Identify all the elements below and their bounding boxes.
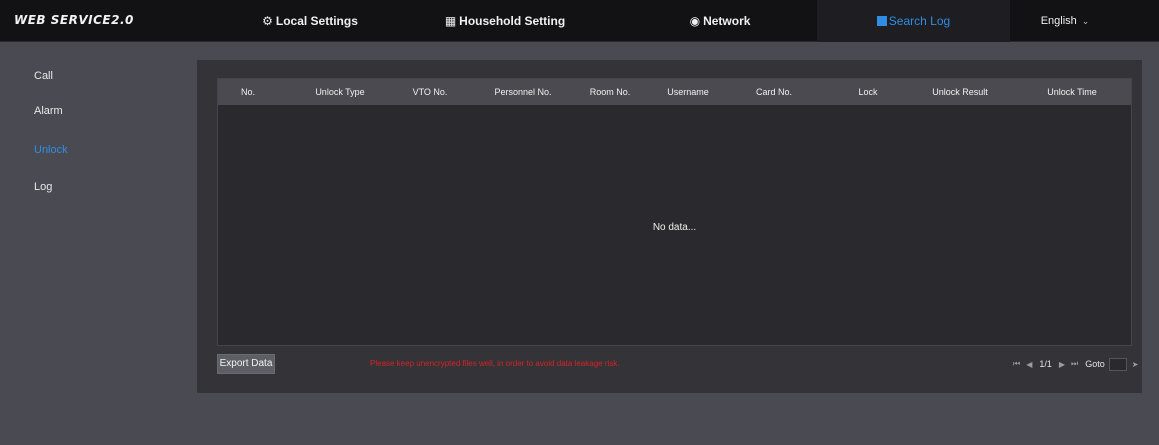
nav-network-label: Network xyxy=(703,14,751,28)
goto-page-input[interactable] xyxy=(1108,357,1127,371)
sidebar-item-unlock[interactable]: Unlock xyxy=(34,144,68,156)
prev-page-icon[interactable]: ◀ xyxy=(1026,360,1032,369)
building-icon: ▦ xyxy=(444,14,457,28)
data-leakage-warning: Please keep unencrypted files well, in o… xyxy=(370,359,620,368)
goto-label: Goto xyxy=(1085,359,1105,369)
nav-network[interactable]: ◉ Network xyxy=(650,0,790,42)
column-header-card-no: Card No. xyxy=(755,87,792,97)
nav-household-setting-label: Household Setting xyxy=(459,14,566,28)
column-header-unlock-type: Unlock Type xyxy=(315,87,365,97)
unlock-log-table: No. Unlock Type VTO No. Personnel No. Ro… xyxy=(217,78,1132,346)
language-select[interactable]: English ⌄ xyxy=(1035,0,1095,42)
top-navigation-bar: WEB SERVICE2.0 ⚙ Local Settings ▦ Househ… xyxy=(0,0,1159,42)
column-header-username: Username xyxy=(667,87,709,97)
square-icon xyxy=(876,16,887,26)
nav-local-settings[interactable]: ⚙ Local Settings xyxy=(230,0,390,42)
nav-search-log-label: Search Log xyxy=(888,14,951,28)
export-data-button[interactable]: Export Data xyxy=(217,354,275,374)
goto-go-icon[interactable]: ➤ xyxy=(1132,360,1139,369)
page-indicator: 1/1 xyxy=(1039,359,1052,369)
sidebar-item-log[interactable]: Log xyxy=(34,181,52,193)
sidebar: Call Alarm Unlock Log xyxy=(0,43,175,445)
nav-household-setting[interactable]: ▦ Household Setting xyxy=(420,0,590,42)
first-page-icon[interactable]: ⏮ xyxy=(1013,359,1020,369)
globe-icon: ◉ xyxy=(689,14,701,28)
column-header-lock: Lock xyxy=(858,87,878,97)
next-page-icon[interactable]: ▶ xyxy=(1059,360,1065,369)
language-label: English xyxy=(1040,15,1077,27)
sidebar-item-alarm[interactable]: Alarm xyxy=(34,105,63,117)
column-header-no: No. xyxy=(240,87,255,97)
chevron-down-icon: ⌄ xyxy=(1081,15,1090,26)
no-data-message: No data... xyxy=(652,222,697,233)
nav-search-log[interactable]: Search Log xyxy=(817,0,1010,42)
column-header-room-no: Room No. xyxy=(589,87,631,97)
app-logo: WEB SERVICE2.0 xyxy=(14,13,134,27)
last-page-icon[interactable]: ⏭ xyxy=(1071,359,1078,369)
gear-icon: ⚙ xyxy=(262,14,273,28)
pagination: ⏮ ◀ 1/1 ▶ ⏭ Goto ➤ xyxy=(1010,356,1138,372)
column-header-unlock-time: Unlock Time xyxy=(1047,87,1097,97)
column-header-unlock-result: Unlock Result xyxy=(932,87,988,97)
sidebar-item-call[interactable]: Call xyxy=(34,70,53,82)
nav-local-settings-label: Local Settings xyxy=(275,14,358,28)
table-header: No. Unlock Type VTO No. Personnel No. Ro… xyxy=(218,79,1131,105)
column-header-personnel-no: Personnel No. xyxy=(494,87,552,97)
column-header-vto-no: VTO No. xyxy=(412,87,448,97)
